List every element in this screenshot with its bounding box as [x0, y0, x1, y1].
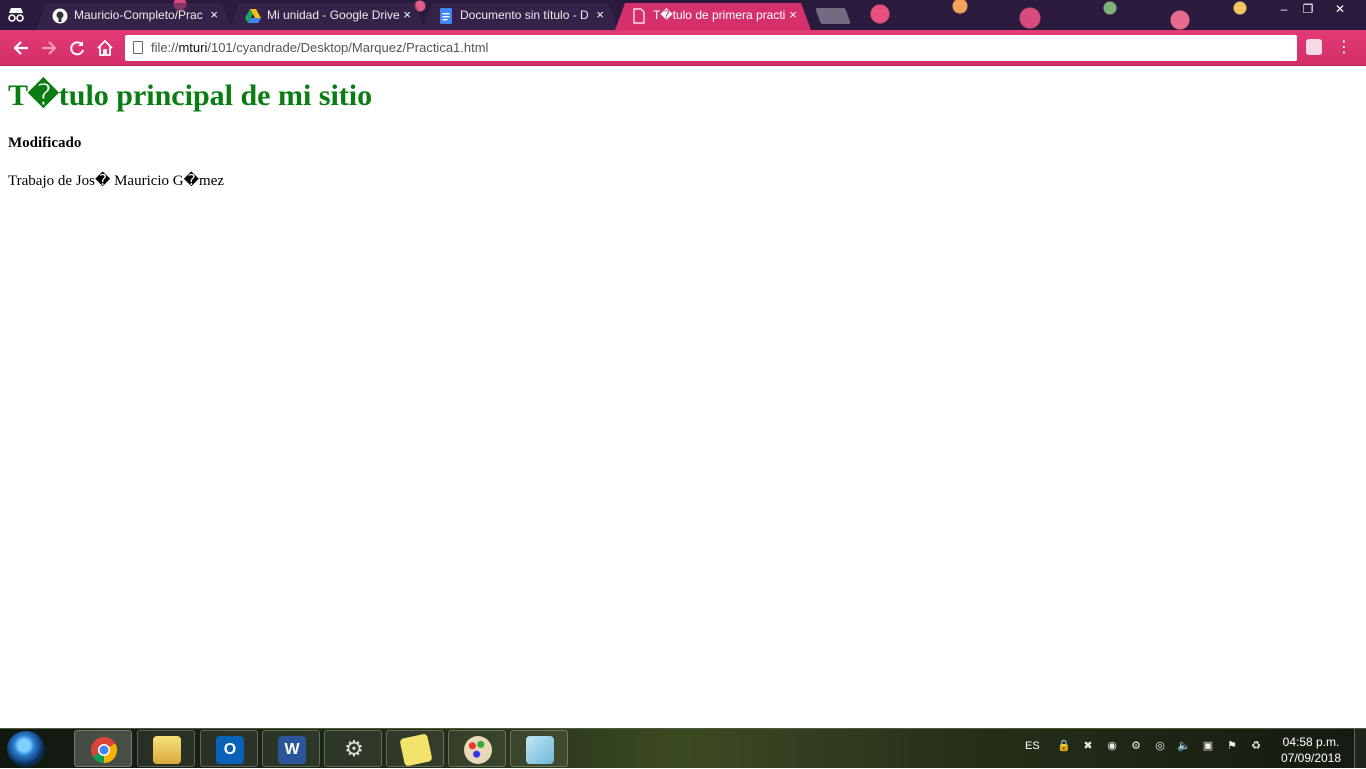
action-center-icon[interactable]: ⚑: [1224, 739, 1240, 755]
close-icon[interactable]: ×: [596, 7, 604, 22]
network-icon[interactable]: ▣: [1200, 739, 1216, 755]
sticky-notes-icon: [399, 733, 433, 767]
extension-icon[interactable]: [1306, 39, 1322, 55]
tab-google-docs[interactable]: Documento sin título - D ×: [422, 3, 618, 30]
browser-menu-icon[interactable]: ⋮: [1336, 36, 1352, 60]
taskbar-app-paint[interactable]: [448, 730, 506, 767]
google-drive-icon: [245, 8, 261, 24]
outlook-icon: O: [216, 736, 244, 764]
forward-button[interactable]: [37, 37, 61, 59]
page-title: T�tulo principal de mi sitio: [8, 79, 373, 112]
tab-google-drive[interactable]: Mi unidad - Google Drive ×: [229, 3, 425, 30]
page-text: Trabajo de Jos� Mauricio G�mez: [8, 173, 225, 189]
close-icon[interactable]: ×: [789, 7, 797, 22]
page-icon: [631, 8, 647, 24]
taskbar-app-explorer[interactable]: [137, 730, 195, 767]
page-info-icon[interactable]: [133, 41, 143, 54]
chrome-tray-icon[interactable]: ◎: [1152, 739, 1168, 755]
word-icon: W: [278, 736, 306, 764]
back-button[interactable]: [9, 37, 33, 59]
browser-toolbar: file://mturi/101/cyandrade/Desktop/Marqu…: [0, 30, 1366, 66]
system-clock[interactable]: 04:58 p.m. 07/09/2018: [1276, 734, 1346, 766]
paint-icon: [464, 736, 492, 764]
taskbar: O W ⚙ ES 🔒 ✖ ◉ ⚙ ◎ 🔈 ▣ ⚑ ♻ 04:58 p.m. 07…: [0, 728, 1366, 769]
tab-title: Mi unidad - Google Drive: [267, 8, 400, 22]
show-desktop-button[interactable]: [1354, 729, 1366, 769]
new-tab-button[interactable]: [815, 8, 851, 24]
settings-icon: ⚙: [344, 737, 364, 762]
page-subtitle: Modificado: [8, 135, 82, 151]
tab-title: Documento sin título - D: [460, 8, 589, 22]
arrow-left-icon: [13, 41, 28, 55]
taskbar-app-settings[interactable]: ⚙: [324, 730, 382, 767]
taskbar-app-snipping-tool[interactable]: [510, 730, 568, 767]
start-button[interactable]: [7, 731, 45, 767]
language-indicator[interactable]: ES: [1025, 740, 1040, 752]
tab-strip: Mauricio-Completo/Prac × Mi unidad - Goo…: [0, 0, 1366, 30]
address-url: file://mturi/101/cyandrade/Desktop/Marqu…: [151, 40, 489, 55]
arrow-right-icon: [42, 41, 57, 55]
taskbar-app-sticky-notes[interactable]: [386, 730, 444, 767]
reload-button[interactable]: [65, 37, 89, 59]
close-icon[interactable]: ×: [403, 7, 411, 22]
reload-icon: [70, 41, 84, 56]
gear-icon[interactable]: ⚙: [1128, 739, 1144, 755]
taskbar-app-chrome[interactable]: [74, 730, 132, 767]
file-explorer-icon: [153, 736, 181, 764]
home-icon: [97, 39, 113, 56]
page-content: T�tulo principal de mi sitio Modificado …: [0, 66, 1366, 728]
tab-title: T�tulo de primera practi: [653, 8, 786, 22]
taskbar-app-outlook[interactable]: O: [200, 730, 258, 767]
snipping-tool-icon: [526, 736, 554, 764]
tab-title: Mauricio-Completo/Prac: [74, 8, 203, 22]
volume-icon[interactable]: 🔈: [1176, 739, 1192, 755]
security-icon[interactable]: ✖: [1080, 739, 1096, 755]
incognito-icon: [6, 6, 26, 24]
address-bar[interactable]: file://mturi/101/cyandrade/Desktop/Marqu…: [125, 35, 1297, 61]
github-icon: [52, 8, 68, 24]
restore-button[interactable]: ❐: [1294, 0, 1322, 20]
taskbar-app-word[interactable]: W: [262, 730, 320, 767]
home-button[interactable]: [93, 37, 117, 59]
clock-date: 07/09/2018: [1280, 751, 1342, 765]
sync-icon[interactable]: ♻: [1248, 739, 1264, 755]
tab-active-page[interactable]: T�tulo de primera practi ×: [615, 3, 811, 30]
clock-time: 04:58 p.m.: [1282, 735, 1340, 749]
lock-icon[interactable]: 🔒: [1056, 739, 1072, 755]
chrome-icon: [90, 736, 118, 764]
update-icon[interactable]: ◉: [1104, 739, 1120, 755]
google-docs-icon: [438, 8, 454, 24]
window-close-button[interactable]: ✕: [1326, 0, 1354, 20]
tab-github[interactable]: Mauricio-Completo/Prac ×: [36, 3, 232, 30]
close-icon[interactable]: ×: [210, 7, 218, 22]
